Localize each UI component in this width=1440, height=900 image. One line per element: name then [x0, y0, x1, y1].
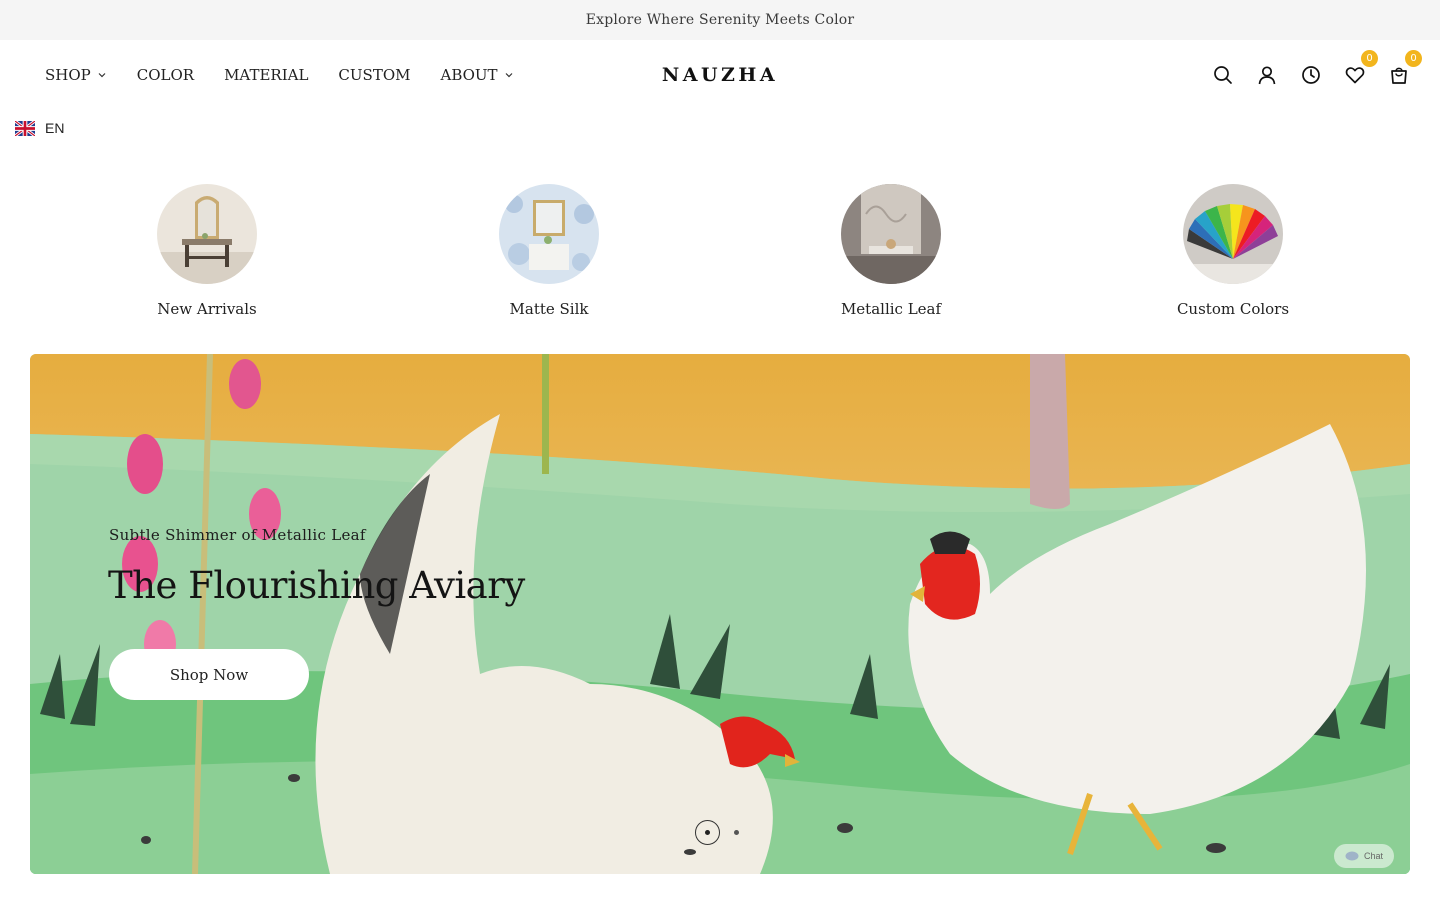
chevron-down-icon	[98, 73, 106, 78]
chat-bubble-icon	[1345, 851, 1359, 860]
category-matte-silk[interactable]: Matte Silk	[378, 184, 720, 318]
category-label: Matte Silk	[509, 300, 589, 318]
hero-title: The Flourishing Aviary	[108, 564, 525, 607]
cart-button[interactable]: 0	[1388, 50, 1422, 86]
wishlist-button[interactable]: 0	[1344, 50, 1378, 86]
category-image	[499, 184, 599, 284]
announcement-bar: Explore Where Serenity Meets Color	[0, 0, 1440, 40]
nav-about-label: ABOUT	[440, 66, 498, 84]
search-button[interactable]	[1212, 64, 1234, 86]
shop-now-button[interactable]: Shop Now	[109, 649, 309, 700]
category-image	[157, 184, 257, 284]
hero-banner: Subtle Shimmer of Metallic Leaf The Flou…	[30, 354, 1410, 874]
slide-dot-active[interactable]	[695, 820, 720, 845]
category-label: Custom Colors	[1176, 300, 1290, 318]
site-header: SHOP COLOR MATERIAL CUSTOM ABOUT NAUZHA	[0, 40, 1440, 110]
nav-about[interactable]: ABOUT	[440, 66, 513, 84]
clock-icon	[1302, 66, 1320, 84]
category-metallic-leaf[interactable]: Metallic Leaf	[720, 184, 1062, 318]
uk-flag-icon	[15, 120, 35, 136]
nav-material[interactable]: MATERIAL	[224, 66, 308, 84]
language-code: EN	[45, 120, 65, 136]
category-label: New Arrivals	[157, 300, 257, 318]
chat-label: Chat	[1363, 851, 1383, 861]
nav-material-label: MATERIAL	[224, 66, 309, 84]
nav-color-label: COLOR	[136, 66, 195, 84]
category-custom-colors[interactable]: Custom Colors	[1062, 184, 1404, 318]
recently-viewed-button[interactable]	[1300, 64, 1322, 86]
brand-logo[interactable]: NAUZHA	[662, 64, 778, 86]
nav-shop-label: SHOP	[45, 66, 91, 84]
slider-pagination	[695, 820, 739, 845]
search-icon	[1214, 66, 1232, 84]
announcement-text: Explore Where Serenity Meets Color	[585, 12, 855, 28]
nav-shop[interactable]: SHOP	[45, 66, 107, 84]
nav-color[interactable]: COLOR	[137, 66, 194, 84]
hero-subtitle: Subtle Shimmer of Metallic Leaf	[109, 526, 366, 544]
chevron-down-icon	[505, 73, 512, 78]
account-button[interactable]	[1256, 64, 1278, 86]
category-row: New Arrivals Matte Silk Metallic Leaf Cu…	[0, 184, 1440, 318]
wishlist-count-badge: 0	[1361, 50, 1378, 67]
language-selector[interactable]: EN	[15, 120, 64, 136]
heart-icon	[1345, 67, 1365, 84]
hero-image-aviary	[30, 354, 1410, 874]
header-icons: 0 0	[1212, 40, 1422, 110]
category-image	[841, 184, 941, 284]
category-label: Metallic Leaf	[840, 300, 942, 318]
slide-dot[interactable]	[734, 830, 739, 835]
category-new-arrivals[interactable]: New Arrivals	[36, 184, 378, 318]
main-nav: SHOP COLOR MATERIAL CUSTOM ABOUT	[45, 40, 514, 110]
cart-icon	[1391, 67, 1407, 84]
nav-custom[interactable]: CUSTOM	[338, 66, 410, 84]
chat-widget-button[interactable]: Chat	[1334, 844, 1394, 868]
user-icon	[1258, 66, 1276, 85]
category-image	[1183, 184, 1283, 284]
cart-count-badge: 0	[1405, 50, 1422, 67]
nav-custom-label: CUSTOM	[338, 66, 411, 84]
